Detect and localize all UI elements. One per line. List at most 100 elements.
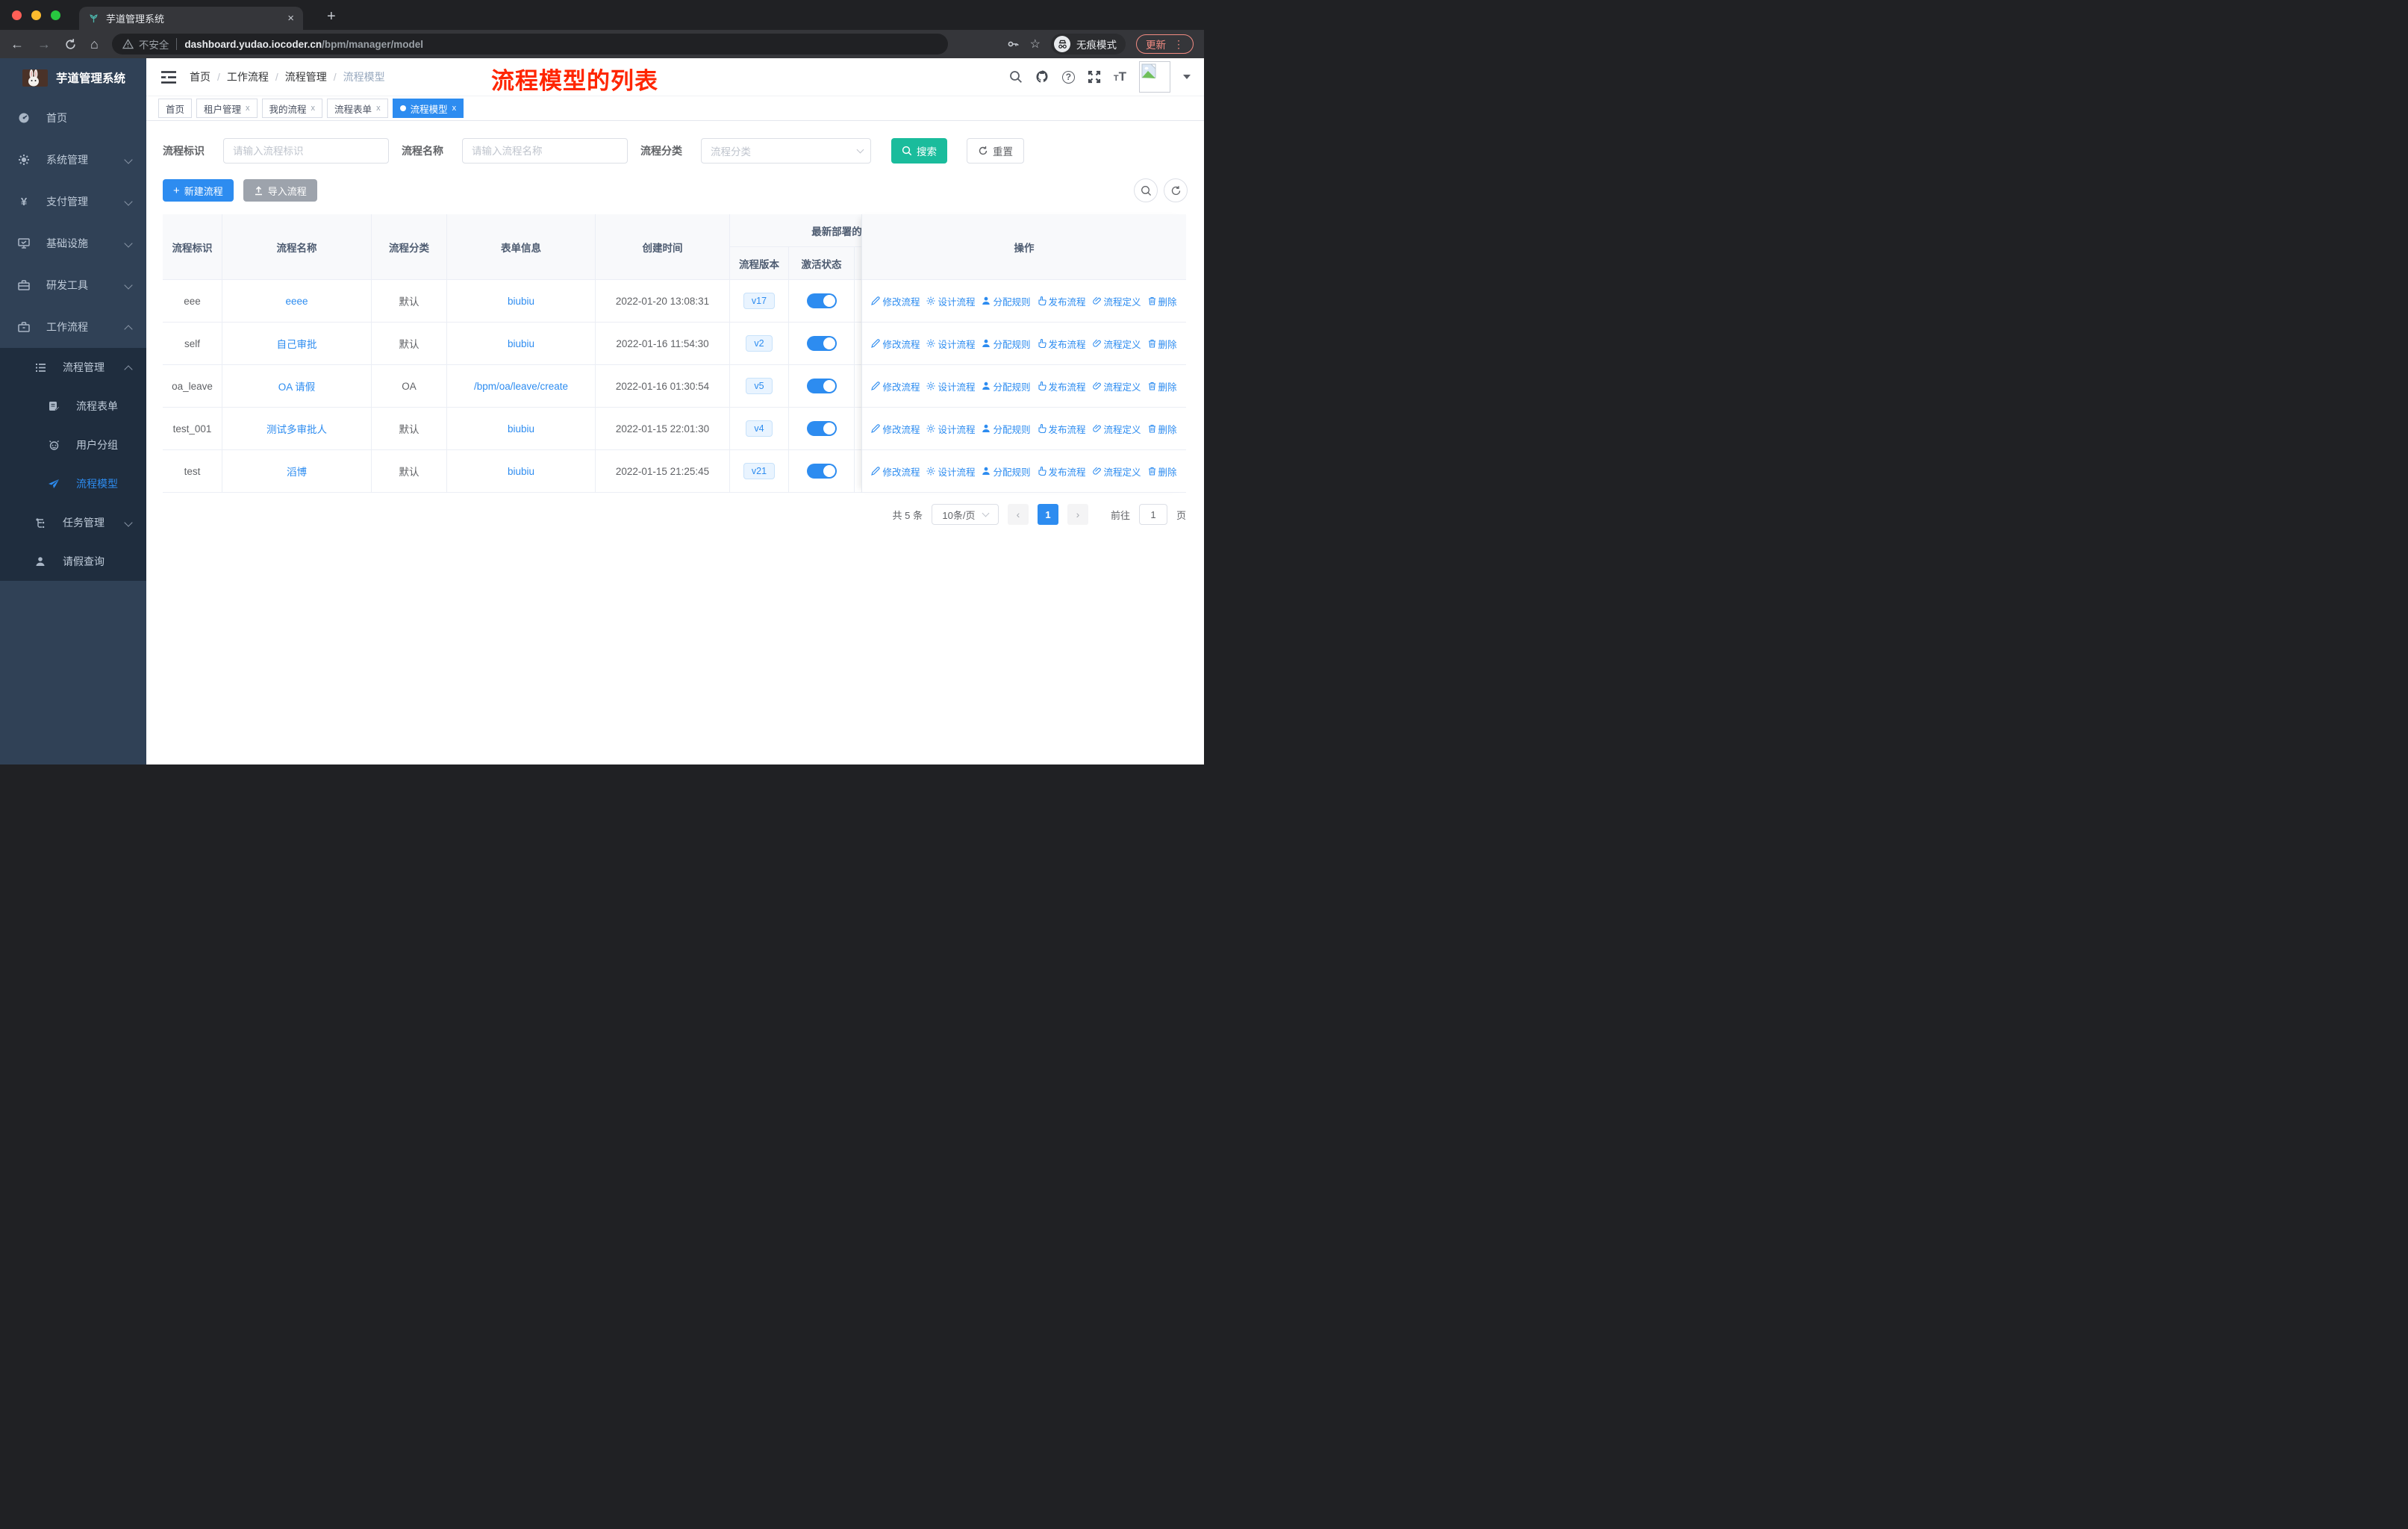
refresh-button[interactable] [1164,178,1188,202]
goto-page-input[interactable] [1138,504,1167,525]
assign-rule-link[interactable]: 分配规则 [982,464,1031,479]
delete-link[interactable]: 删除 [1148,464,1177,479]
search-icon[interactable] [1009,70,1023,84]
tag-close-icon[interactable]: x [311,104,316,113]
tag-tenant[interactable]: 租户管理 x [196,99,258,118]
version-badge[interactable]: v2 [746,335,773,352]
active-toggle[interactable] [806,293,837,308]
process-definition-link[interactable]: 流程定义 [1092,337,1141,351]
form-info-link[interactable]: biubiu [508,338,534,349]
publish-process-link[interactable]: 发布流程 [1038,379,1086,393]
current-page-button[interactable]: 1 [1037,504,1058,525]
publish-process-link[interactable]: 发布流程 [1038,294,1086,308]
browser-update-button[interactable]: 更新 ⋮ [1136,34,1194,54]
reset-button[interactable]: 重置 [967,138,1024,164]
assign-rule-link[interactable]: 分配规则 [982,422,1031,436]
tag-process-form[interactable]: 流程表单 x [327,99,388,118]
design-process-link[interactable]: 设计流程 [926,464,975,479]
tag-my-process[interactable]: 我的流程 x [261,99,323,118]
address-bar[interactable]: 不安全 dashboard.yudao.iocoder.cn/bpm/manag… [111,34,948,55]
delete-link[interactable]: 删除 [1148,379,1177,393]
tag-process-model[interactable]: 流程模型 x [392,99,464,118]
version-badge[interactable]: v21 [743,463,776,479]
tag-close-icon[interactable]: x [246,104,250,113]
active-toggle[interactable] [806,464,837,479]
tag-close-icon[interactable]: x [376,104,381,113]
window-minimize-button[interactable] [31,10,41,20]
process-definition-link[interactable]: 流程定义 [1092,294,1141,308]
design-process-link[interactable]: 设计流程 [926,337,975,351]
form-info-link[interactable]: biubiu [508,466,534,477]
edit-process-link[interactable]: 修改流程 [871,464,920,479]
window-close-button[interactable] [12,10,22,20]
avatar-caret-icon[interactable] [1183,75,1191,79]
delete-link[interactable]: 删除 [1148,422,1177,436]
sidebar-item-user-group[interactable]: 用户分组 [0,426,146,464]
version-badge[interactable]: v4 [746,420,773,437]
window-controls[interactable] [12,10,60,20]
help-icon[interactable]: ? [1061,70,1075,84]
delete-link[interactable]: 删除 [1148,337,1177,351]
breadcrumb-workflow[interactable]: 工作流程 [227,69,269,84]
process-definition-link[interactable]: 流程定义 [1092,422,1141,436]
design-process-link[interactable]: 设计流程 [926,422,975,436]
sidebar-item-system[interactable]: 系统管理 [0,139,146,181]
tag-close-icon[interactable]: x [452,104,457,113]
active-toggle[interactable] [806,379,837,393]
edit-process-link[interactable]: 修改流程 [871,294,920,308]
edit-process-link[interactable]: 修改流程 [871,379,920,393]
avatar[interactable] [1139,61,1170,93]
process-name-link[interactable]: 滔博 [287,464,307,479]
sidebar-logo[interactable]: 芋道管理系统 [0,58,146,97]
window-maximize-button[interactable] [51,10,60,20]
process-name-link[interactable]: OA 请假 [278,379,316,393]
category-select[interactable]: 流程分类 [701,138,871,164]
home-icon[interactable]: ⌂ [90,37,99,52]
tag-home[interactable]: 首页 [158,99,193,118]
process-name-link[interactable]: 测试多审批人 [266,421,327,436]
publish-process-link[interactable]: 发布流程 [1038,464,1086,479]
process-name-link[interactable]: 自己审批 [277,336,317,351]
process-name-link[interactable]: eeee [285,296,308,307]
form-info-link[interactable]: biubiu [508,423,534,435]
publish-process-link[interactable]: 发布流程 [1038,422,1086,436]
publish-process-link[interactable]: 发布流程 [1038,337,1086,351]
browser-tab[interactable]: 芋道管理系统 × [79,7,303,30]
import-process-button[interactable]: 导入流程 [243,179,317,202]
form-info-link[interactable]: biubiu [508,296,534,307]
process-definition-link[interactable]: 流程定义 [1092,464,1141,479]
sidebar-item-process-management[interactable]: 流程管理 [0,348,146,387]
tab-close-icon[interactable]: × [287,12,294,25]
key-icon[interactable] [1006,37,1020,51]
sidebar-collapse-icon[interactable] [161,70,176,84]
design-process-link[interactable]: 设计流程 [926,379,975,393]
fullscreen-icon[interactable] [1088,70,1101,84]
font-size-icon[interactable]: TT [1114,69,1126,84]
reload-icon[interactable] [64,38,77,51]
assign-rule-link[interactable]: 分配规则 [982,294,1031,308]
search-button[interactable]: 搜索 [891,138,947,164]
form-info-link[interactable]: /bpm/oa/leave/create [474,381,568,392]
sidebar-item-process-form[interactable]: 流程表单 [0,387,146,426]
delete-link[interactable]: 删除 [1148,294,1177,308]
process-key-input[interactable] [223,138,389,164]
sidebar-item-task-management[interactable]: 任务管理 [0,503,146,542]
sidebar-item-home[interactable]: 首页 [0,97,146,139]
bookmark-star-icon[interactable]: ☆ [1030,37,1041,52]
active-toggle[interactable] [806,421,837,436]
breadcrumb-home[interactable]: 首页 [190,69,210,84]
assign-rule-link[interactable]: 分配规则 [982,379,1031,393]
sidebar-item-process-model[interactable]: 流程模型 [0,464,146,503]
process-definition-link[interactable]: 流程定义 [1092,379,1141,393]
active-toggle[interactable] [806,336,837,351]
forward-icon[interactable]: → [37,37,51,52]
process-name-input[interactable] [462,138,628,164]
sidebar-item-leave-query[interactable]: 请假查询 [0,542,146,581]
sidebar-item-workflow[interactable]: 工作流程 [0,306,146,348]
design-process-link[interactable]: 设计流程 [926,294,975,308]
prev-page-button[interactable]: ‹ [1007,504,1029,525]
edit-process-link[interactable]: 修改流程 [871,422,920,436]
sidebar-item-infra[interactable]: 基础设施 [0,222,146,264]
new-tab-button[interactable]: + [327,9,336,24]
back-icon[interactable]: ← [10,37,24,52]
